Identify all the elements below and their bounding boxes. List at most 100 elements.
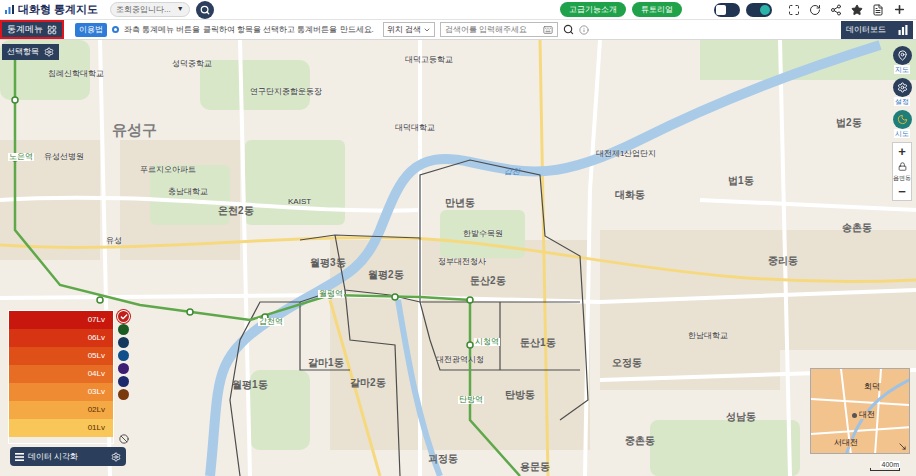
map-control-button[interactable]: 설정 xyxy=(893,78,912,106)
help-button[interactable]: 이용법 xyxy=(75,23,107,37)
databoard-button[interactable]: 데이터보드 xyxy=(841,21,913,39)
palette-swatch[interactable] xyxy=(118,324,129,335)
map-label[interactable]: 유성구 xyxy=(112,122,157,137)
view-toggle[interactable] xyxy=(714,3,740,17)
location-select[interactable]: 위치 검색 xyxy=(383,22,435,37)
lock-icon[interactable] xyxy=(898,162,907,171)
stats-menu-button[interactable]: 통계메뉴 xyxy=(0,20,64,39)
map-controls: 지도설정시도+읍면동− xyxy=(891,46,913,201)
legend-level[interactable]: 04Lv xyxy=(9,365,113,383)
map-label[interactable]: 침례신학대학교 xyxy=(48,70,104,78)
map-label[interactable]: 한밭수목원 xyxy=(463,230,503,238)
keyboard-icon[interactable] xyxy=(543,25,553,35)
expand-arrow-icon[interactable] xyxy=(898,442,907,451)
map-label[interactable]: 둔산2동 xyxy=(470,276,506,286)
map-label[interactable]: 정부대전청사 xyxy=(438,258,486,266)
map-label[interactable]: 성남동 xyxy=(726,412,756,422)
zoom-in-button[interactable]: + xyxy=(898,145,906,158)
map-label[interactable]: 한남대학교 xyxy=(688,332,728,340)
map-label[interactable]: 탄방동 xyxy=(505,390,535,400)
map-label[interactable]: 월평2동 xyxy=(368,270,404,280)
map-label[interactable]: KAIST xyxy=(288,198,311,206)
header-green-button[interactable]: 고급기능소개 xyxy=(560,2,626,17)
map-label[interactable]: 갈마1동 xyxy=(308,358,344,368)
share-icon[interactable] xyxy=(830,4,842,16)
map-label[interactable]: 시청역 xyxy=(474,338,500,346)
map-label[interactable]: 온천2동 xyxy=(218,206,254,216)
palette-swatch[interactable] xyxy=(118,363,129,374)
plus-icon[interactable] xyxy=(893,3,906,16)
header-green-button-label: 고급기능소개 xyxy=(569,4,617,16)
map-label[interactable]: 갑천 xyxy=(504,168,520,176)
fullscreen-icon[interactable] xyxy=(788,4,800,16)
legend-level[interactable]: 05Lv xyxy=(9,347,113,365)
legend-level[interactable]: 07Lv xyxy=(9,311,113,329)
map-label[interactable]: 대전광역시청 xyxy=(436,356,484,364)
subway-station-marker[interactable] xyxy=(392,294,398,300)
subway-station-marker[interactable] xyxy=(97,297,103,303)
map-label[interactable]: 송촌동 xyxy=(842,223,872,233)
palette-swatch[interactable] xyxy=(118,389,129,400)
minimap[interactable]: 회덕대전서대전 xyxy=(810,368,910,454)
map-label[interactable]: 대덕고등학교 xyxy=(405,56,453,64)
map-label[interactable]: 탄방역 xyxy=(458,396,484,404)
app-logo[interactable]: 대화형 통계지도 xyxy=(4,1,98,18)
map-label[interactable]: 대전제1산업단지 xyxy=(596,150,656,158)
map-label[interactable]: 월평역 xyxy=(318,290,344,298)
header-search-button[interactable] xyxy=(196,1,214,19)
map-label[interactable]: 월평3동 xyxy=(310,258,346,268)
map-area[interactable]: 침례신학대학교성덕중학교연구단지종합운동장대덕고등학교대덕대학교유성구노은역유성… xyxy=(0,40,916,476)
map-label[interactable]: 만년동 xyxy=(445,198,475,208)
subway-station-marker[interactable] xyxy=(187,309,193,315)
map-label[interactable]: 갑천역 xyxy=(258,318,284,326)
palette-swatch[interactable] xyxy=(118,376,129,387)
map-label[interactable]: 법1동 xyxy=(728,176,754,186)
map-label[interactable]: 노은역 xyxy=(8,153,34,161)
subway-station-marker[interactable] xyxy=(467,342,473,348)
header-green-button[interactable]: 튜토리얼 xyxy=(632,2,682,17)
map-control-button[interactable]: 지도 xyxy=(893,46,912,74)
legend-level[interactable]: 06Lv xyxy=(9,329,113,347)
map-control-button[interactable]: 시도 xyxy=(893,110,912,138)
palette-swatch[interactable] xyxy=(118,350,129,361)
minimap-label: 대전 xyxy=(851,411,876,419)
map-label[interactable]: 갈마2동 xyxy=(350,378,386,388)
map-label[interactable]: 월평1동 xyxy=(232,380,268,390)
search-icon[interactable] xyxy=(563,24,574,35)
no-color-icon[interactable] xyxy=(119,434,129,444)
list-icon xyxy=(15,453,24,461)
subway-station-marker[interactable] xyxy=(467,297,473,303)
map-label[interactable]: 대화동 xyxy=(615,190,645,200)
map-label[interactable]: 괴정동 xyxy=(428,454,458,464)
map-label[interactable]: 충남대학교 xyxy=(168,188,208,196)
map-label[interactable]: 중촌동 xyxy=(625,436,655,446)
map-label[interactable]: 대덕대학교 xyxy=(395,124,435,132)
legend-level[interactable]: 01Lv xyxy=(9,419,113,437)
star-icon[interactable] xyxy=(851,4,863,16)
map-label[interactable]: 유성선병원 xyxy=(44,153,84,161)
map-label[interactable]: 용문동 xyxy=(520,462,550,472)
map-label[interactable]: 푸르지오아파트 xyxy=(140,166,196,174)
status-dropdown[interactable]: 조회중입니다...▼ xyxy=(110,2,190,17)
zoom-out-button[interactable]: − xyxy=(898,185,906,198)
map-label[interactable]: 연구단지종합운동장 xyxy=(250,88,322,96)
info-icon[interactable] xyxy=(579,25,589,35)
map-label[interactable]: 중리동 xyxy=(768,256,798,266)
document-icon[interactable] xyxy=(872,4,884,16)
data-visualization-bar[interactable]: 데이터 시각화 xyxy=(10,447,126,466)
map-label[interactable]: 오정동 xyxy=(612,358,642,368)
search-field[interactable]: 검색어를 입력해주세요 xyxy=(440,22,558,37)
subway-station-marker[interactable] xyxy=(12,97,18,103)
map-control-label: 설정 xyxy=(894,97,910,106)
palette-swatch[interactable] xyxy=(118,311,129,322)
view-toggle[interactable] xyxy=(746,3,772,17)
map-label[interactable]: 법2동 xyxy=(836,118,862,128)
map-label[interactable]: 둔산1동 xyxy=(520,338,556,348)
palette-swatch[interactable] xyxy=(118,337,129,348)
map-label[interactable]: 유성 xyxy=(106,237,122,245)
legend-level[interactable]: 03Lv xyxy=(9,383,113,401)
legend-level[interactable]: 02Lv xyxy=(9,401,113,419)
refresh-icon[interactable] xyxy=(809,4,821,16)
map-label[interactable]: 성덕중학교 xyxy=(172,60,212,68)
selection-button[interactable]: 선택항목 xyxy=(2,44,59,60)
